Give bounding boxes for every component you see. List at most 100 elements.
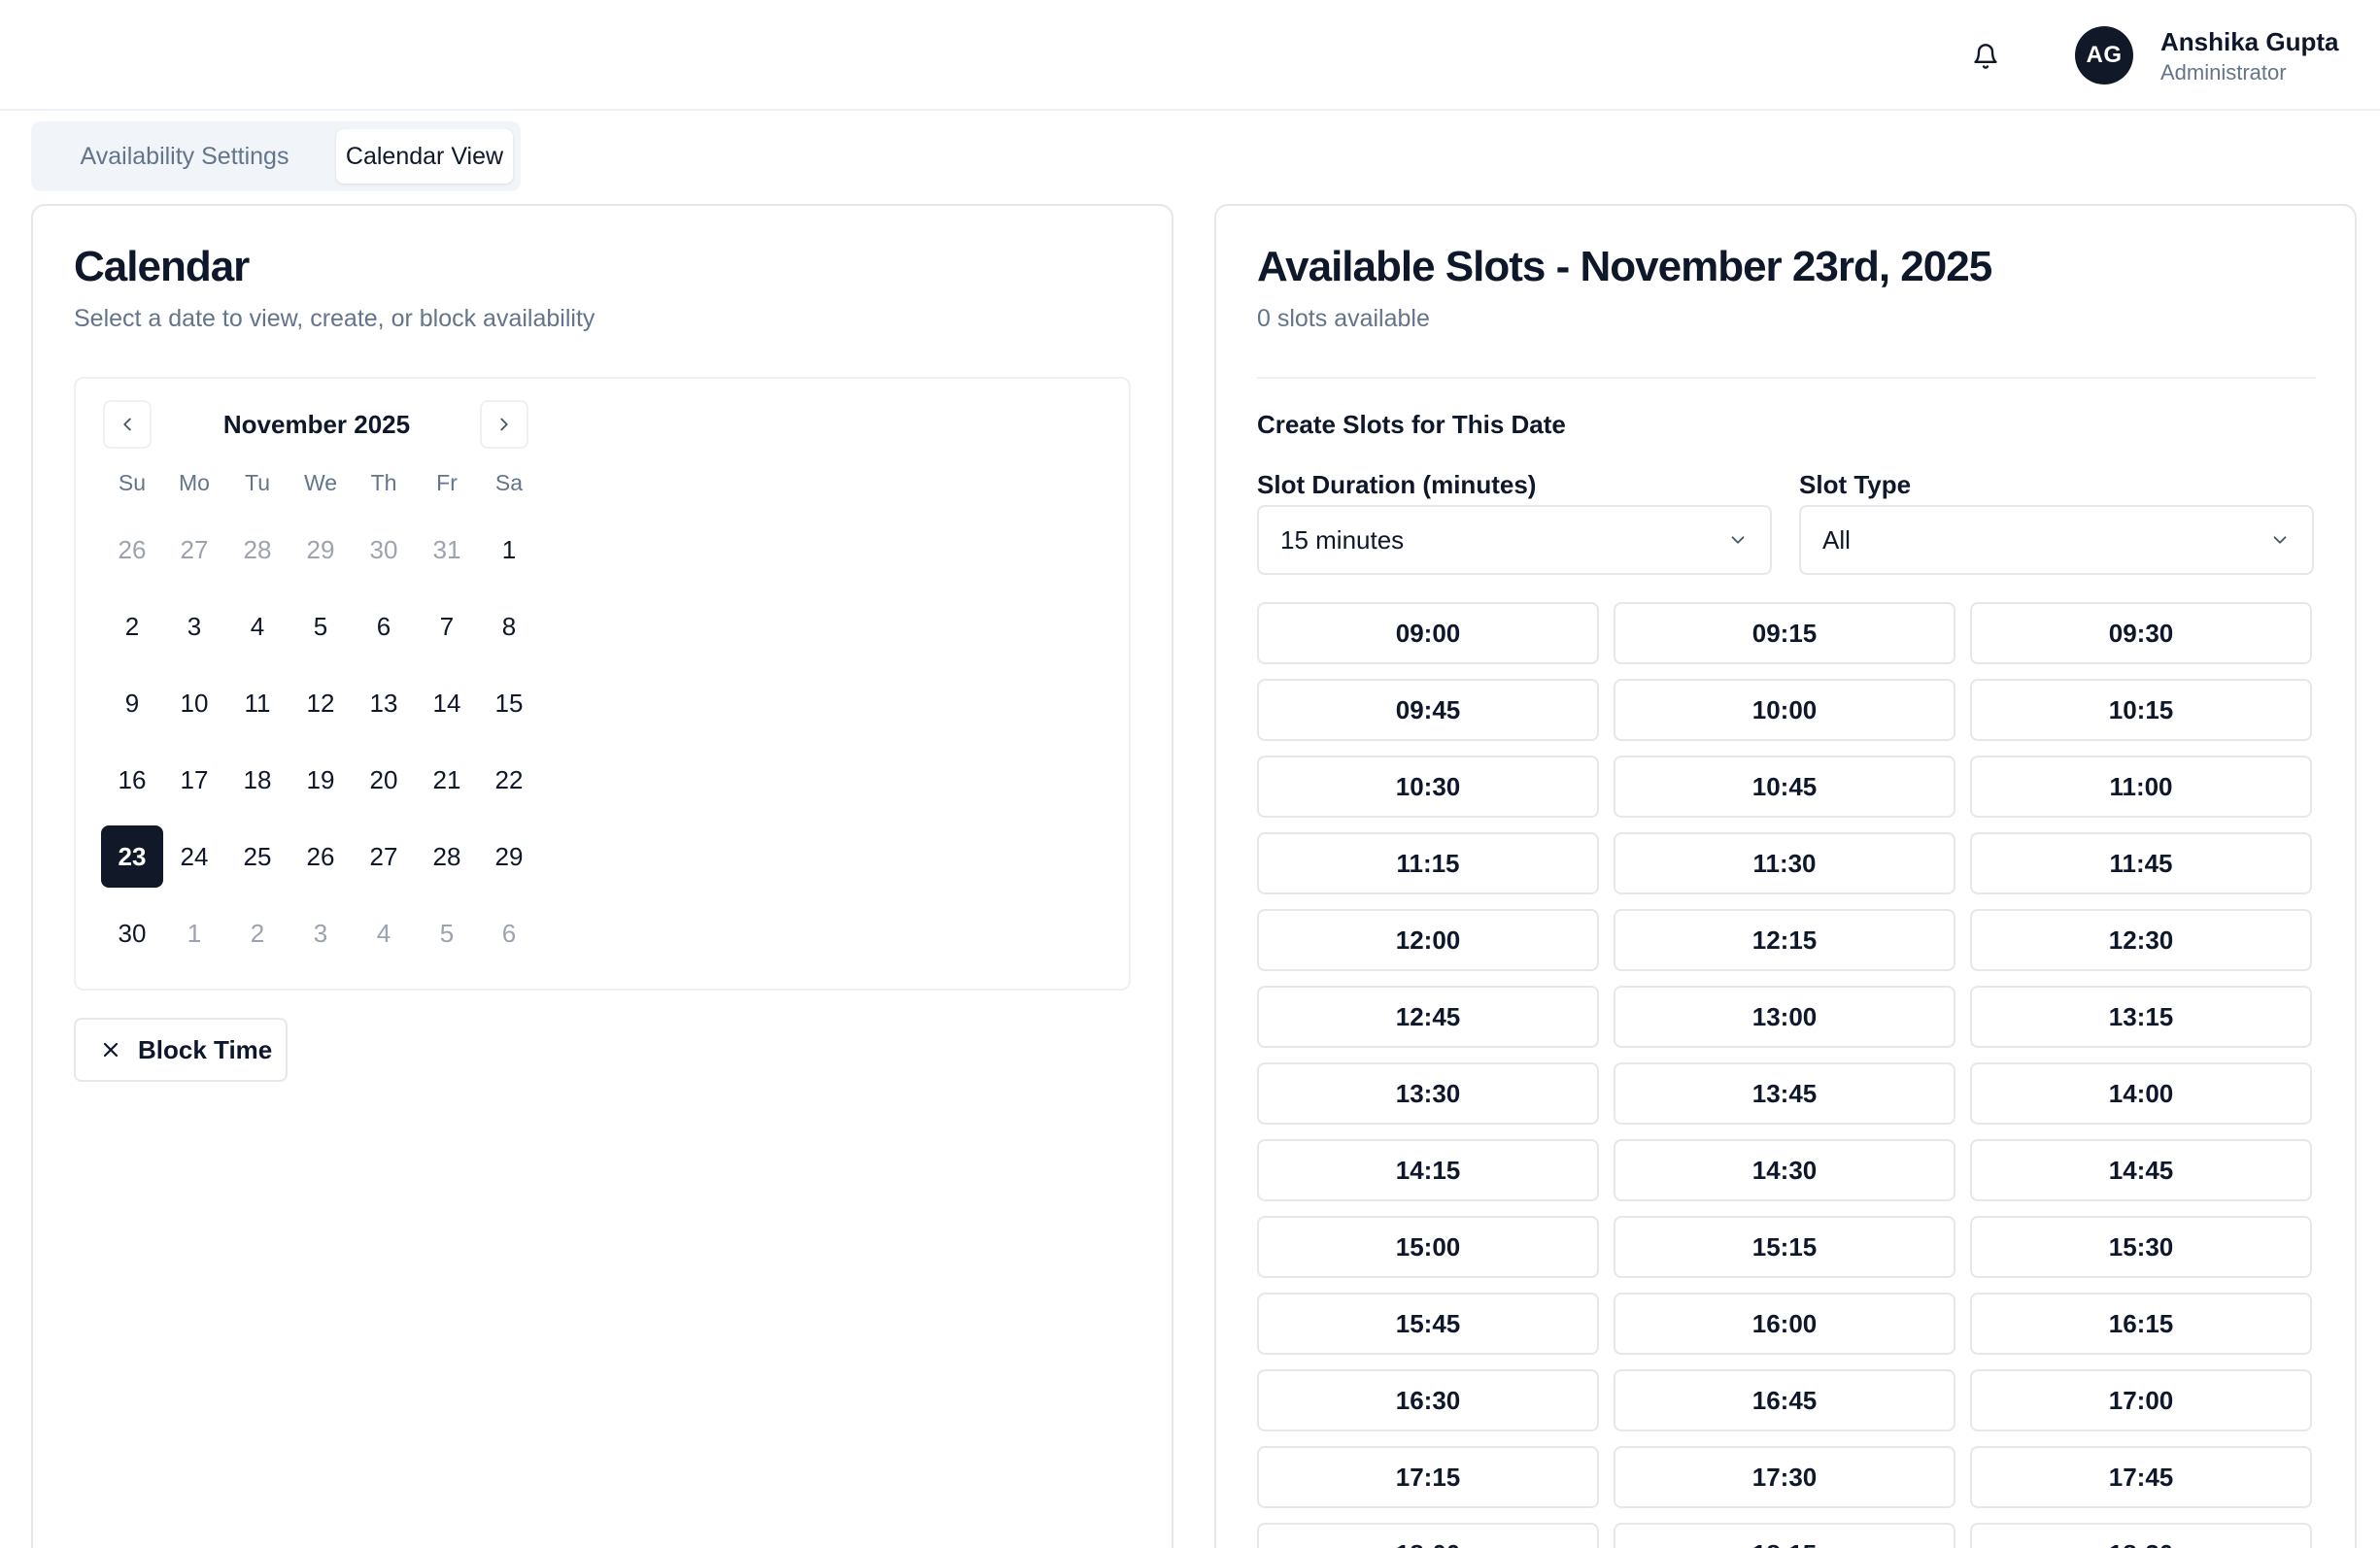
calendar-day[interactable]: 18 <box>226 749 289 811</box>
time-slot-button[interactable]: 11:30 <box>1614 832 1955 894</box>
calendar-day[interactable]: 3 <box>289 902 352 964</box>
top-header: AG Anshika Gupta Administrator <box>0 0 2380 111</box>
calendar-day[interactable]: 6 <box>478 902 540 964</box>
time-slot-button[interactable]: 15:30 <box>1970 1216 2312 1278</box>
calendar-day[interactable]: 6 <box>353 595 415 657</box>
time-slot-button[interactable]: 17:15 <box>1257 1446 1599 1508</box>
calendar-day-selected[interactable]: 23 <box>101 825 163 888</box>
calendar-day[interactable]: 1 <box>163 902 225 964</box>
calendar-day[interactable]: 22 <box>478 749 540 811</box>
time-slot-button[interactable]: 15:00 <box>1257 1216 1599 1278</box>
calendar-day[interactable]: 14 <box>416 672 478 734</box>
calendar-day[interactable]: 24 <box>163 825 225 888</box>
block-time-button[interactable]: Block Time <box>74 1018 288 1082</box>
time-slot-button[interactable]: 11:00 <box>1970 756 2312 818</box>
tab-availability-settings[interactable]: Availability Settings <box>39 129 330 184</box>
chevron-down-icon <box>1731 536 1745 544</box>
tab-calendar-view[interactable]: Calendar View <box>336 129 513 184</box>
time-slot-button[interactable]: 16:45 <box>1614 1369 1955 1431</box>
previous-month-button[interactable] <box>103 400 152 449</box>
time-slot-button[interactable]: 15:45 <box>1257 1293 1599 1355</box>
time-slot-button[interactable]: 10:30 <box>1257 756 1599 818</box>
calendar-day[interactable]: 9 <box>101 672 163 734</box>
calendar-day[interactable]: 30 <box>353 519 415 581</box>
time-slot-button[interactable]: 13:00 <box>1614 986 1955 1048</box>
calendar-day[interactable]: 26 <box>101 519 163 581</box>
notifications-button[interactable] <box>1966 37 2005 76</box>
calendar-day[interactable]: 3 <box>163 595 225 657</box>
calendar-day[interactable]: 31 <box>416 519 478 581</box>
calendar-day[interactable]: 11 <box>226 672 289 734</box>
time-slot-button[interactable]: 14:30 <box>1614 1139 1955 1201</box>
calendar-day[interactable]: 27 <box>353 825 415 888</box>
calendar-day[interactable]: 10 <box>163 672 225 734</box>
time-slot-button[interactable]: 09:00 <box>1257 602 1599 664</box>
calendar-day[interactable]: 4 <box>226 595 289 657</box>
calendar-day[interactable]: 2 <box>226 902 289 964</box>
calendar-day[interactable]: 13 <box>353 672 415 734</box>
calendar-day[interactable]: 28 <box>416 825 478 888</box>
calendar-day[interactable]: 15 <box>478 672 540 734</box>
calendar-day[interactable]: 16 <box>101 749 163 811</box>
weekday-label: Su <box>118 470 147 495</box>
time-slot-button[interactable]: 12:15 <box>1614 909 1955 971</box>
time-slot-button[interactable]: 17:00 <box>1970 1369 2312 1431</box>
time-slot-button[interactable]: 18:30 <box>1970 1523 2312 1548</box>
time-slot-button[interactable]: 12:45 <box>1257 986 1599 1048</box>
avatar[interactable]: AG <box>2075 26 2133 84</box>
calendar-day[interactable]: 29 <box>478 825 540 888</box>
calendar-day[interactable]: 5 <box>416 902 478 964</box>
calendar-day[interactable]: 8 <box>478 595 540 657</box>
time-slot-button[interactable]: 12:30 <box>1970 909 2312 971</box>
time-slot-button[interactable]: 17:30 <box>1614 1446 1955 1508</box>
time-slot-button[interactable]: 10:15 <box>1970 679 2312 741</box>
calendar-day[interactable]: 27 <box>163 519 225 581</box>
calendar-day[interactable]: 5 <box>289 595 352 657</box>
time-slot-button[interactable]: 14:00 <box>1970 1062 2312 1125</box>
time-slot-button[interactable]: 10:45 <box>1614 756 1955 818</box>
time-slot-button[interactable]: 09:30 <box>1970 602 2312 664</box>
time-slot-button[interactable]: 14:15 <box>1257 1139 1599 1201</box>
time-slot-button[interactable]: 16:00 <box>1614 1293 1955 1355</box>
slot-duration-select[interactable]: 15 minutes <box>1257 505 1772 575</box>
calendar-day[interactable]: 19 <box>289 749 352 811</box>
calendar-day[interactable]: 25 <box>226 825 289 888</box>
time-slot-button[interactable]: 18:00 <box>1257 1523 1599 1548</box>
calendar-day[interactable]: 1 <box>478 519 540 581</box>
time-slot-button[interactable]: 15:15 <box>1614 1216 1955 1278</box>
calendar-day[interactable]: 20 <box>353 749 415 811</box>
calendar-day[interactable]: 7 <box>416 595 478 657</box>
next-month-button[interactable] <box>480 400 528 449</box>
time-slot-button[interactable]: 11:45 <box>1970 832 2312 894</box>
calendar-day[interactable]: 4 <box>353 902 415 964</box>
calendar-day[interactable]: 21 <box>416 749 478 811</box>
time-slot-button[interactable]: 09:45 <box>1257 679 1599 741</box>
slot-type-select[interactable]: All <box>1799 505 2314 575</box>
calendar-day[interactable]: 30 <box>101 902 163 964</box>
time-slot-button[interactable]: 13:45 <box>1614 1062 1955 1125</box>
time-slot-button[interactable]: 12:00 <box>1257 909 1599 971</box>
time-slot-grid: 09:00 09:15 09:30 09:45 10:00 10:15 10:30 10:45… <box>1257 602 2316 1548</box>
weekday-label: Tu <box>245 470 270 495</box>
calendar-day[interactable]: 29 <box>289 519 352 581</box>
slots-card: Available Slots - November 23rd, 2025 0 … <box>1214 204 2357 1548</box>
calendar-day[interactable]: 17 <box>163 749 225 811</box>
time-slot-button[interactable]: 14:45 <box>1970 1139 2312 1201</box>
calendar-day[interactable]: 12 <box>289 672 352 734</box>
user-role: Administrator <box>2160 60 2287 84</box>
time-slot-button[interactable]: 18:15 <box>1614 1523 1955 1548</box>
chevron-right-icon <box>500 418 508 431</box>
time-slot-button[interactable]: 13:30 <box>1257 1062 1599 1125</box>
weekday-label: We <box>303 470 338 495</box>
time-slot-button[interactable]: 17:45 <box>1970 1446 2312 1508</box>
time-slot-button[interactable]: 10:00 <box>1614 679 1955 741</box>
time-slot-button[interactable]: 13:15 <box>1970 986 2312 1048</box>
calendar-day[interactable]: 28 <box>226 519 289 581</box>
time-slot-button[interactable]: 16:15 <box>1970 1293 2312 1355</box>
view-tabs: Availability Settings Calendar View <box>31 121 521 191</box>
time-slot-button[interactable]: 09:15 <box>1614 602 1955 664</box>
calendar-day[interactable]: 26 <box>289 825 352 888</box>
time-slot-button[interactable]: 16:30 <box>1257 1369 1599 1431</box>
calendar-day[interactable]: 2 <box>101 595 163 657</box>
time-slot-button[interactable]: 11:15 <box>1257 832 1599 894</box>
